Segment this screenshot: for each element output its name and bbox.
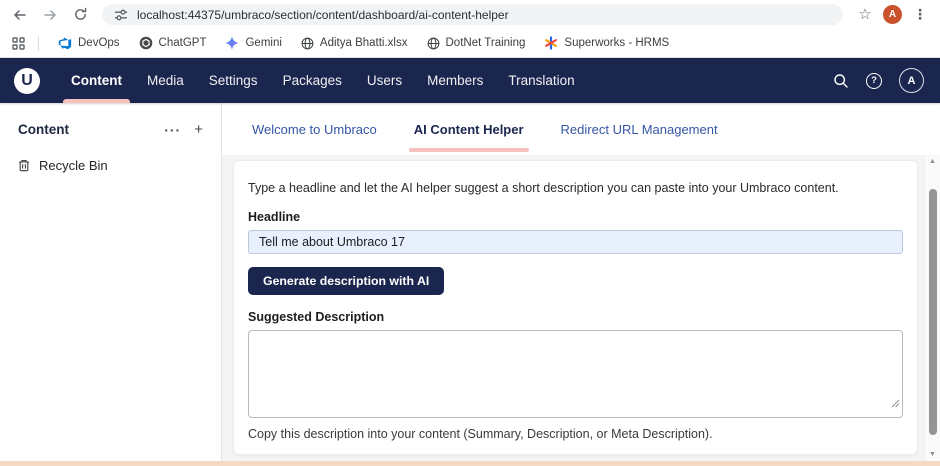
forward-icon[interactable] — [38, 4, 62, 26]
tab-ai-content-helper[interactable]: AI Content Helper — [414, 103, 524, 155]
nav-item-members[interactable]: Members — [418, 58, 492, 103]
content-tree-sidebar: Content ··· + Recycle Bin — [0, 103, 222, 461]
chatgpt-icon — [139, 36, 153, 50]
scroll-up-icon[interactable]: ▲ — [925, 158, 940, 165]
bookmark-superworks-hrms[interactable]: Superworks - HRMS — [544, 36, 669, 50]
add-content-icon[interactable]: + — [194, 122, 203, 137]
globe-icon — [427, 37, 440, 50]
tab-redirect-url-management[interactable]: Redirect URL Management — [561, 103, 718, 155]
sidebar-title: Content — [18, 122, 69, 137]
nav-item-translation[interactable]: Translation — [499, 58, 583, 103]
nav-item-packages[interactable]: Packages — [274, 58, 351, 103]
dashboard-tabs: Welcome to Umbraco AI Content Helper Red… — [222, 103, 940, 155]
active-tab-underline — [409, 148, 529, 152]
suggested-description-label: Suggested Description — [248, 310, 903, 324]
bookmark-aditya-bhatti-xlsx[interactable]: Aditya Bhatti.xlsx — [301, 37, 408, 50]
scroll-down-icon[interactable]: ▼ — [925, 451, 940, 458]
bookmark-gemini[interactable]: Gemini — [225, 36, 281, 50]
site-settings-icon[interactable] — [114, 8, 128, 22]
bookmark-dotnet-training[interactable]: DotNet Training — [427, 37, 526, 50]
dashboard-scroll-area: Type a headline and let the AI helper su… — [222, 155, 940, 461]
sidebar-header: Content ··· + — [0, 103, 221, 147]
user-avatar[interactable]: A — [899, 68, 924, 93]
bookmarks-divider — [38, 36, 39, 51]
nav-item-settings[interactable]: Settings — [200, 58, 267, 103]
address-bar[interactable]: localhost:44375/umbraco/section/content/… — [102, 4, 843, 25]
scrollbar-thumb[interactable] — [929, 189, 937, 435]
reload-icon[interactable] — [68, 4, 92, 26]
help-icon[interactable]: ? — [866, 73, 882, 89]
browser-toolbar: localhost:44375/umbraco/section/content/… — [0, 0, 940, 29]
dashboard-main: Welcome to Umbraco AI Content Helper Red… — [222, 103, 940, 461]
nav-item-media[interactable]: Media — [138, 58, 193, 103]
gemini-icon — [225, 36, 239, 50]
url-text: localhost:44375/umbraco/section/content/… — [137, 8, 509, 22]
app-body: Content ··· + Recycle Bin Welcome to Umb… — [0, 103, 940, 461]
bookmark-devops[interactable]: DevOps — [58, 36, 120, 50]
copy-note-text: Copy this description into your content … — [248, 427, 903, 441]
sidebar-item-recycle-bin[interactable]: Recycle Bin — [0, 147, 221, 184]
more-options-icon[interactable]: ··· — [164, 123, 181, 137]
search-icon[interactable] — [833, 73, 849, 89]
umbraco-logo[interactable]: U — [14, 68, 40, 94]
back-icon[interactable] — [8, 4, 32, 26]
browser-menu-icon[interactable]: ⋮ — [908, 4, 932, 26]
intro-text: Type a headline and let the AI helper su… — [248, 181, 903, 195]
nav-item-users[interactable]: Users — [358, 58, 411, 103]
tab-welcome-to-umbraco[interactable]: Welcome to Umbraco — [252, 103, 377, 155]
apps-grid-icon[interactable] — [12, 37, 25, 50]
trash-icon — [18, 159, 30, 172]
nav-right-actions: ? A — [833, 58, 928, 103]
bookmarks-bar: DevOps ChatGPT Gemini Aditya Bhatti.xlsx… — [0, 29, 940, 58]
headline-label: Headline — [248, 210, 903, 224]
devops-icon — [58, 36, 72, 50]
nav-item-content[interactable]: Content — [62, 58, 131, 103]
generate-description-button[interactable]: Generate description with AI — [248, 267, 444, 295]
active-section-underline — [63, 99, 130, 103]
sidebar-item-label: Recycle Bin — [39, 158, 108, 173]
vertical-scrollbar[interactable]: ▲ ▼ — [924, 155, 940, 461]
globe-icon — [301, 37, 314, 50]
suggested-description-textarea[interactable] — [248, 330, 903, 418]
superworks-icon — [544, 36, 558, 50]
umbraco-top-nav: U Content Media Settings Packages Users … — [0, 58, 940, 103]
bookmark-chatgpt[interactable]: ChatGPT — [139, 36, 207, 50]
bottom-accent-bar — [0, 461, 940, 466]
ai-helper-card: Type a headline and let the AI helper su… — [233, 160, 918, 455]
browser-profile-avatar[interactable]: A — [883, 5, 902, 24]
bookmark-star-icon[interactable]: ☆ — [853, 4, 877, 26]
browser-window: localhost:44375/umbraco/section/content/… — [0, 0, 940, 466]
headline-input[interactable] — [248, 230, 903, 254]
section-menu: Content Media Settings Packages Users Me… — [62, 58, 591, 103]
